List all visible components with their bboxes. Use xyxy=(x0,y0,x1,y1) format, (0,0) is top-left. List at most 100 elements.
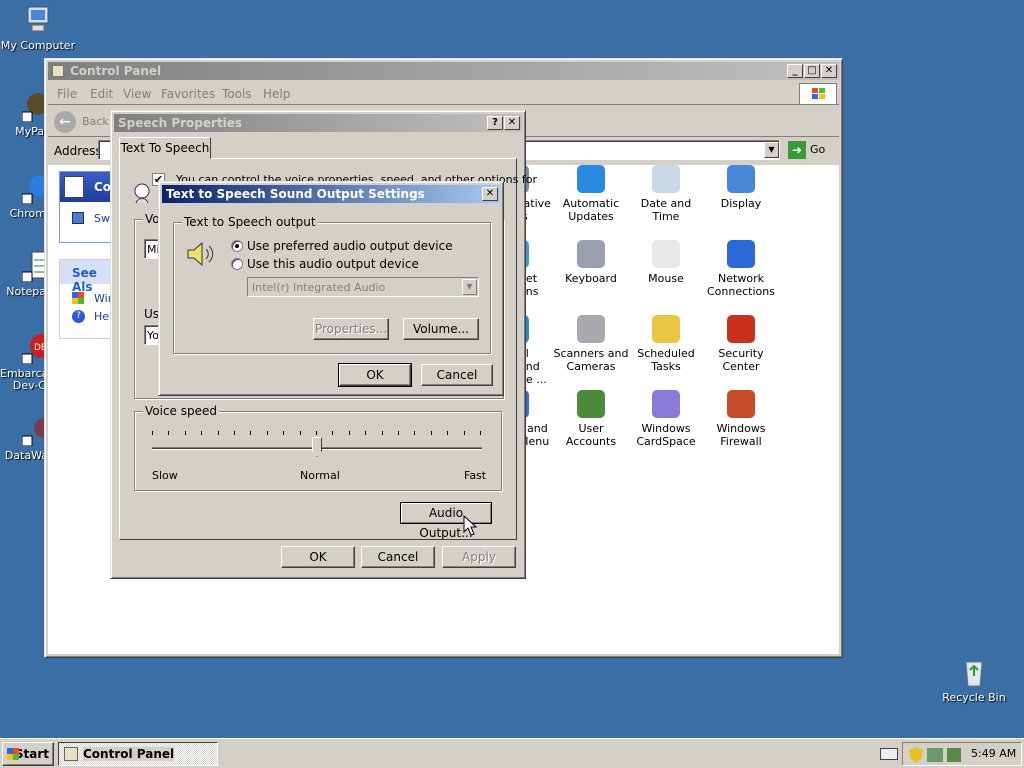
desktop-icon-label: Recycle Bin xyxy=(942,691,1006,704)
cp-item-label: Automatic Updates xyxy=(562,197,620,223)
cp-item-label: Windows Firewall xyxy=(716,422,766,448)
cp-item[interactable]: Windows CardSpace xyxy=(628,390,704,448)
cp-item-label: Keyboard xyxy=(565,272,617,285)
windows-update-icon xyxy=(577,165,605,193)
clock: 5:49 AM xyxy=(971,747,1017,760)
scanner-icon xyxy=(577,315,605,343)
security-shield-icon[interactable] xyxy=(909,747,923,763)
back-button[interactable]: ← Back xyxy=(54,110,114,134)
switch-view-icon xyxy=(72,212,84,224)
taskbar-control-panel[interactable]: Control Panel xyxy=(58,742,218,766)
slider-tick xyxy=(234,431,235,435)
cp-item[interactable]: Security Center xyxy=(703,315,779,373)
cp-item[interactable]: Windows Firewall xyxy=(703,390,779,448)
slider-ticks xyxy=(152,431,482,437)
network-tray-icon[interactable] xyxy=(927,748,943,762)
go-button[interactable]: ➜ Go xyxy=(786,140,836,160)
volume-button[interactable]: Volume... xyxy=(403,318,479,340)
help-button[interactable]: ? xyxy=(487,116,503,130)
tab-label: Text To Speech xyxy=(120,141,210,155)
maximize-button[interactable]: □ xyxy=(804,64,820,78)
device-select[interactable]: Intel(r) Integrated Audio ▼ xyxy=(247,277,479,297)
scheduled-tasks-icon xyxy=(652,315,680,343)
voice-speed-slider[interactable] xyxy=(152,431,482,461)
cp-item[interactable]: User Accounts xyxy=(553,390,629,448)
speech-properties-titlebar[interactable]: Speech Properties ? ✕ xyxy=(114,114,522,132)
update-tray-icon[interactable] xyxy=(947,748,961,762)
menu-help[interactable]: Help xyxy=(263,83,290,105)
tab-text-to-speech[interactable]: Text To Speech xyxy=(119,137,211,159)
switch-view-link[interactable]: Sw xyxy=(94,212,110,225)
desktop-icon-my-computer[interactable]: My Computer xyxy=(0,4,76,52)
window-title: Control Panel xyxy=(70,64,162,78)
preferred-device-radio[interactable] xyxy=(231,240,243,252)
cp-item[interactable]: Date and Time xyxy=(628,165,704,223)
cp-item[interactable]: Automatic Updates xyxy=(553,165,629,223)
properties-label: Properties... xyxy=(314,322,388,336)
menu-edit[interactable]: Edit xyxy=(90,83,113,105)
cp-item[interactable]: Mouse xyxy=(628,240,704,285)
speaker-icon xyxy=(185,240,217,268)
specific-device-label[interactable]: Use this audio output device xyxy=(247,257,419,271)
dialog-title: Text to Speech Sound Output Settings xyxy=(166,187,425,201)
menu-favorites[interactable]: Favorites xyxy=(161,83,215,105)
slider-tick xyxy=(398,431,399,435)
slider-tick xyxy=(365,431,367,435)
cp-item-label: Display xyxy=(720,197,762,210)
close-button[interactable]: ✕ xyxy=(821,64,837,78)
cp-item[interactable]: Display xyxy=(703,165,779,210)
slider-tick xyxy=(316,431,317,435)
system-tray: 5:49 AM xyxy=(902,742,1022,766)
apply-button[interactable]: Apply xyxy=(442,546,516,568)
start-label: Start xyxy=(14,747,49,761)
ok-label: OK xyxy=(366,368,384,382)
sound-output-titlebar[interactable]: Text to Speech Sound Output Settings ✕ xyxy=(162,185,500,203)
slider-tick xyxy=(299,431,301,435)
cp-item[interactable]: Scanners and Cameras xyxy=(553,315,629,373)
dialog-title: Speech Properties xyxy=(118,116,243,130)
slider-tick xyxy=(348,431,350,435)
slider-tick xyxy=(381,431,383,435)
properties-button[interactable]: Properties... xyxy=(313,318,389,340)
slider-thumb[interactable] xyxy=(312,437,322,457)
menu-tools[interactable]: Tools xyxy=(222,83,252,105)
device-value: Intel(r) Integrated Audio xyxy=(252,281,386,294)
windows-logo-icon xyxy=(7,748,19,760)
close-button[interactable]: ✕ xyxy=(482,187,498,201)
menu-file[interactable]: File xyxy=(57,83,77,105)
slider-tick xyxy=(266,431,268,435)
shield-icon xyxy=(727,315,755,343)
audio-output-button[interactable]: Audio Output... xyxy=(400,502,492,540)
cp-item[interactable]: Keyboard xyxy=(553,240,629,285)
address-dropdown-button[interactable]: ▼ xyxy=(764,142,779,158)
cancel-label: Cancel xyxy=(377,550,419,564)
cp-item[interactable]: Scheduled Tasks xyxy=(628,315,704,373)
mouse-cursor-icon xyxy=(463,514,478,537)
slider-tick xyxy=(201,431,203,435)
cp-item-label: Scheduled Tasks xyxy=(637,347,695,373)
slider-tick xyxy=(463,431,465,435)
keyboard-tray-icon[interactable] xyxy=(880,748,898,760)
close-button[interactable]: ✕ xyxy=(504,116,520,130)
slider-tick xyxy=(414,431,416,435)
cp-item[interactable]: Network Connections xyxy=(703,240,779,298)
clock-icon xyxy=(652,165,680,193)
specific-device-radio[interactable] xyxy=(231,258,243,270)
task-label: Control Panel xyxy=(83,747,175,761)
menu-view[interactable]: View xyxy=(123,83,151,105)
ok-button[interactable]: OK xyxy=(281,546,355,568)
start-button[interactable]: Start xyxy=(2,742,54,766)
minimize-button[interactable]: _ xyxy=(787,64,803,78)
cancel-button[interactable]: Cancel xyxy=(421,364,493,386)
cp-item-label: Scanners and Cameras xyxy=(553,347,629,373)
ok-button[interactable]: OK xyxy=(338,363,412,387)
preferred-device-label[interactable]: Use preferred audio output device xyxy=(247,239,453,253)
slider-tick xyxy=(430,431,432,435)
slider-tick xyxy=(480,431,481,435)
cancel-button[interactable]: Cancel xyxy=(361,546,435,568)
control-panel-titlebar[interactable]: Control Panel _ □ ✕ xyxy=(48,62,839,80)
slider-tick xyxy=(447,431,449,435)
network-icon xyxy=(727,240,755,268)
desktop-icon-recycle-bin[interactable]: Recycle Bin xyxy=(936,656,1012,704)
slider-tick xyxy=(283,431,285,435)
